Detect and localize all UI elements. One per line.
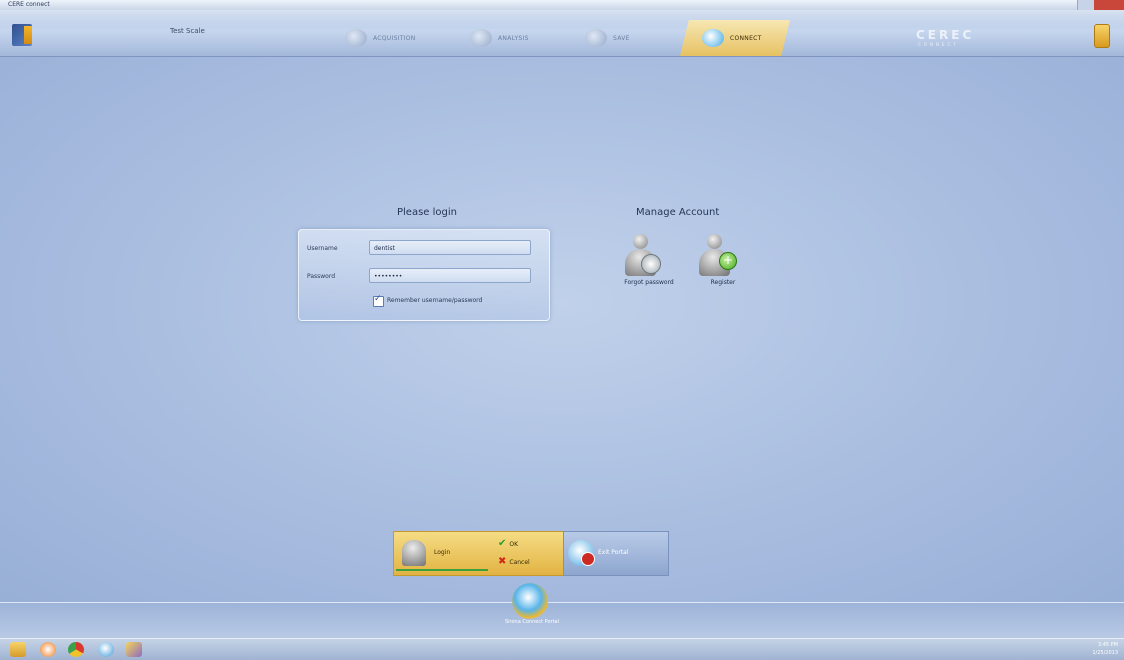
tab-label: SAVE bbox=[613, 34, 630, 42]
checkmark-icon: ✓ bbox=[374, 294, 382, 304]
ok-button[interactable]: ✔ OK bbox=[498, 538, 518, 550]
paint-app-icon[interactable] bbox=[126, 642, 142, 657]
register-label: Register bbox=[710, 279, 736, 286]
ok-label: OK bbox=[509, 540, 519, 548]
portal-label: Sirona Connect Portal bbox=[504, 619, 560, 625]
login-progress-bar bbox=[396, 569, 488, 571]
remember-checkbox[interactable]: ✓ bbox=[373, 294, 384, 307]
user-title: Test Scale bbox=[170, 27, 205, 35]
remember-label: Remember username/password bbox=[387, 297, 483, 304]
cancel-label: Cancel bbox=[509, 558, 530, 566]
username-field[interactable]: dentist bbox=[369, 240, 531, 255]
login-user-icon[interactable] bbox=[402, 540, 426, 566]
brand-logo: CEREC bbox=[916, 28, 975, 42]
tab-save[interactable]: SAVE bbox=[585, 20, 665, 56]
clock-date: 1/25/2013 bbox=[1092, 650, 1118, 656]
login-heading: Please login bbox=[397, 207, 457, 218]
os-taskbar: 3:45 PM 1/25/2013 bbox=[0, 638, 1124, 660]
analysis-icon bbox=[470, 29, 492, 47]
user-head-icon bbox=[707, 234, 722, 249]
connect-app-icon[interactable] bbox=[98, 642, 114, 657]
system-clock[interactable]: 3:45 PM 1/25/2013 bbox=[1092, 641, 1118, 657]
clock-time: 3:45 PM bbox=[1097, 642, 1118, 648]
register-button[interactable]: + Register bbox=[691, 234, 755, 294]
maximize-button[interactable] bbox=[1077, 0, 1094, 10]
password-key-icon bbox=[641, 254, 661, 274]
forgot-password-label: Forgot password bbox=[624, 279, 674, 286]
password-field[interactable]: •••••••• bbox=[369, 268, 531, 283]
username-label: Username bbox=[307, 245, 338, 252]
tab-label: ANALYSIS bbox=[498, 34, 529, 42]
cross-icon: ✖ bbox=[498, 556, 507, 567]
checkmark-icon: ✔ bbox=[498, 538, 507, 549]
login-button[interactable]: Login bbox=[434, 549, 450, 556]
cancel-button[interactable]: ✖ Cancel bbox=[498, 556, 530, 568]
tab-label: CONNECT bbox=[730, 34, 762, 42]
brand-logo-sub: CONNECT bbox=[918, 42, 959, 47]
main-area: Please login Manage Account Username den… bbox=[0, 57, 1124, 602]
connect-portal-button[interactable]: Sirona Connect Portal bbox=[495, 583, 569, 633]
acquisition-icon bbox=[345, 29, 367, 47]
globe-icon bbox=[568, 540, 595, 566]
media-player-icon[interactable] bbox=[40, 642, 56, 657]
login-panel: Username dentist Password •••••••• ✓ Rem… bbox=[298, 229, 550, 321]
exit-portal-label: Exit Portal bbox=[598, 549, 629, 556]
save-icon bbox=[585, 29, 607, 47]
browser-icon[interactable] bbox=[68, 642, 84, 657]
password-label: Password bbox=[307, 273, 336, 280]
tab-acquisition[interactable]: ACQUISITION bbox=[345, 20, 455, 56]
menu-icon-accent bbox=[24, 26, 32, 44]
window-title: CERE connect bbox=[8, 1, 50, 8]
portal-globe-icon bbox=[512, 583, 548, 619]
tab-analysis[interactable]: ANALYSIS bbox=[470, 20, 565, 56]
stop-icon bbox=[581, 552, 595, 566]
add-user-icon: + bbox=[719, 252, 737, 270]
close-window-button[interactable] bbox=[1094, 0, 1124, 10]
user-head-icon bbox=[633, 234, 648, 249]
forgot-password-button[interactable]: Forgot password bbox=[617, 234, 681, 294]
tab-label: ACQUISITION bbox=[373, 34, 416, 42]
folder-icon[interactable] bbox=[10, 642, 26, 657]
app-menu-icon[interactable] bbox=[12, 24, 32, 46]
manage-account-heading: Manage Account bbox=[636, 207, 720, 218]
login-action-panel: Login ✔ OK ✖ Cancel bbox=[393, 531, 565, 576]
tab-connect[interactable]: CONNECT bbox=[680, 20, 790, 56]
help-icon[interactable] bbox=[1094, 24, 1110, 48]
app-header: Test Scale ACQUISITION ANALYSIS SAVE CON… bbox=[0, 10, 1124, 57]
exit-portal-button[interactable]: Exit Portal bbox=[563, 531, 669, 576]
connect-globe-icon bbox=[702, 29, 724, 47]
